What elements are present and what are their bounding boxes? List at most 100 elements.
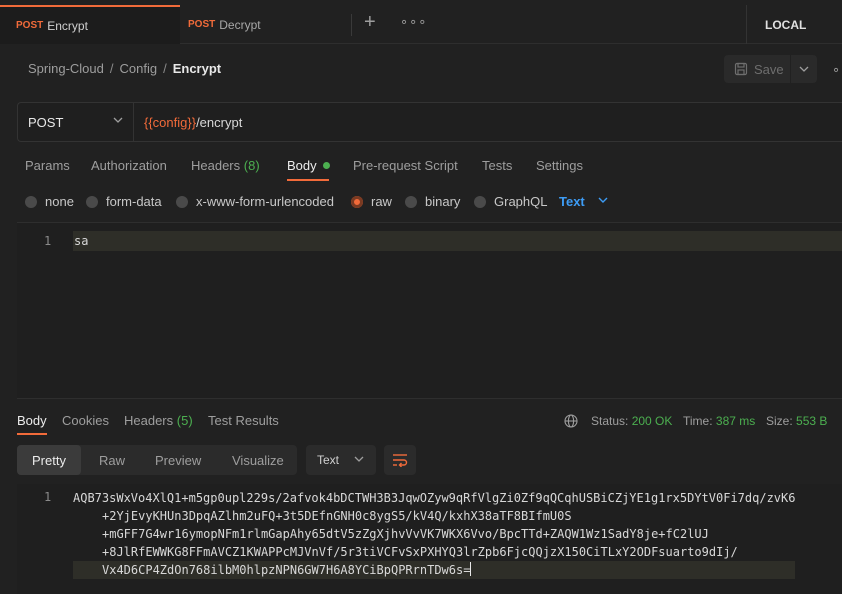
status-label: Status: bbox=[591, 414, 629, 428]
status-value[interactable]: 200 OK bbox=[632, 414, 673, 428]
wrap-lines-button[interactable] bbox=[384, 445, 416, 475]
response-tab-headers[interactable]: Headers (5) bbox=[124, 413, 193, 428]
tab-encrypt[interactable]: POST Encrypt bbox=[0, 5, 180, 44]
tab-authorization[interactable]: Authorization bbox=[91, 158, 167, 173]
tab-name: Decrypt bbox=[219, 17, 261, 32]
globe-icon[interactable] bbox=[564, 414, 578, 428]
format-preview[interactable]: Preview bbox=[155, 453, 201, 468]
response-size: Size: 553 B bbox=[766, 414, 827, 428]
tab-body-label: Body bbox=[287, 158, 317, 173]
response-language-select[interactable]: Text bbox=[306, 445, 376, 475]
tab-settings[interactable]: Settings bbox=[536, 158, 583, 173]
url-bar: POST {{config}}/encrypt bbox=[17, 102, 842, 142]
save-label: Save bbox=[754, 61, 784, 77]
radio-icon bbox=[25, 195, 37, 208]
body-language-select[interactable]: Text bbox=[559, 194, 585, 209]
response-status: Status: 200 OK bbox=[591, 414, 672, 428]
response-time: Time: 387 ms bbox=[683, 414, 755, 428]
tab-method: POST bbox=[16, 20, 44, 31]
line-number: 1 bbox=[44, 490, 52, 504]
active-line-highlight bbox=[73, 231, 842, 251]
tab-decrypt[interactable]: POST Decrypt bbox=[172, 5, 352, 44]
chevron-down-icon[interactable] bbox=[598, 197, 608, 203]
breadcrumb-separator: / bbox=[163, 61, 167, 76]
radio-selected-icon bbox=[351, 195, 363, 208]
body-type-urlencoded[interactable]: x-www-form-urlencoded bbox=[176, 194, 334, 209]
response-line-text: Vx4D6CP4ZdOn768ilbM0hlpzNPN6GW7H6A8YCiBp… bbox=[102, 563, 471, 577]
tab-headers[interactable]: Headers (8) bbox=[191, 158, 260, 173]
radio-icon bbox=[176, 195, 188, 208]
body-type-none[interactable]: none bbox=[25, 194, 74, 209]
tab-headers-count: (8) bbox=[243, 158, 260, 173]
radio-icon bbox=[474, 195, 486, 208]
response-body-text[interactable]: AQB73sWxVo4XlQ1+m5gp0upl229s/2afvok4bDCT… bbox=[73, 489, 796, 579]
save-options-button[interactable] bbox=[791, 55, 817, 83]
response-tab-test-results[interactable]: Test Results bbox=[208, 413, 279, 428]
response-line: +2YjEvyKHUn3DpqAZlhm2uFQ+3t5DEfnGNH0c8yg… bbox=[102, 509, 572, 523]
request-body-text[interactable]: sa bbox=[74, 234, 88, 248]
response-headers-count: (5) bbox=[176, 413, 193, 428]
body-type-binary[interactable]: binary bbox=[405, 194, 460, 209]
save-disk-icon bbox=[734, 62, 748, 76]
tab-params[interactable]: Params bbox=[25, 158, 70, 173]
size-value[interactable]: 553 B bbox=[796, 414, 827, 428]
active-tab-underline bbox=[17, 433, 47, 435]
breadcrumb-collection[interactable]: Spring-Cloud bbox=[28, 61, 104, 76]
body-type-label: binary bbox=[425, 194, 461, 209]
response-line-highlighted: Vx4D6CP4ZdOn768ilbM0hlpzNPN6GW7H6A8YCiBp… bbox=[73, 561, 796, 579]
method-select[interactable]: POST bbox=[18, 103, 134, 141]
more-actions-ellipsis-icon[interactable]: ∘∘ bbox=[832, 62, 842, 78]
tab-headers-label: Headers bbox=[191, 158, 241, 173]
format-visualize[interactable]: Visualize bbox=[232, 453, 284, 468]
body-type-graphql[interactable]: GraphQL bbox=[474, 194, 547, 209]
radio-icon bbox=[405, 195, 417, 208]
breadcrumb: Spring-Cloud / Config / Encrypt bbox=[28, 61, 221, 76]
chevron-down-icon bbox=[799, 66, 809, 72]
response-line: AQB73sWxVo4XlQ1+m5gp0upl229s/2afvok4bDCT… bbox=[73, 491, 796, 505]
response-language-value: Text bbox=[317, 453, 340, 467]
wrap-lines-icon bbox=[393, 454, 408, 467]
breadcrumb-current: Encrypt bbox=[172, 61, 222, 76]
response-headers-label: Headers bbox=[124, 413, 174, 428]
chevron-down-icon bbox=[354, 456, 364, 462]
url-input[interactable]: {{config}}/encrypt bbox=[144, 115, 242, 130]
body-indicator-dot-icon bbox=[322, 162, 330, 169]
format-pretty[interactable]: Pretty bbox=[32, 453, 66, 468]
response-format-group: Pretty Raw Preview Visualize bbox=[17, 445, 297, 475]
body-type-raw[interactable]: raw bbox=[351, 194, 392, 209]
format-raw[interactable]: Raw bbox=[99, 453, 125, 468]
tab-body[interactable]: Body bbox=[287, 158, 330, 173]
request-body-editor[interactable]: 1 sa bbox=[17, 222, 842, 399]
environment-selector[interactable]: LOCAL bbox=[746, 5, 842, 44]
tab-name: Encrypt bbox=[47, 18, 88, 33]
time-label: Time: bbox=[683, 414, 713, 428]
response-line: +8JlRfEWWKG8FFmAVCZ1KWAPPcMJVnVf/5r3tiVC… bbox=[102, 545, 738, 559]
body-type-label: none bbox=[45, 194, 74, 209]
response-tab-body[interactable]: Body bbox=[17, 413, 47, 428]
chevron-down-icon bbox=[113, 117, 123, 123]
tab-bar: POST Encrypt POST Decrypt + ∘∘∘ LOCAL bbox=[0, 0, 842, 44]
line-number: 1 bbox=[44, 234, 52, 248]
response-line: +mGFF7G4wr16ymopNFm1rlmGapAhy65dtV5zZgXj… bbox=[102, 527, 709, 541]
size-label: Size: bbox=[766, 414, 793, 428]
tab-divider bbox=[351, 14, 352, 36]
url-variable: {{config}} bbox=[144, 115, 197, 130]
more-tabs-ellipsis-icon[interactable]: ∘∘∘ bbox=[400, 14, 427, 30]
new-tab-plus-icon[interactable]: + bbox=[364, 11, 376, 34]
response-body-viewer[interactable]: 1 AQB73sWxVo4XlQ1+m5gp0upl229s/2afvok4bD… bbox=[17, 484, 842, 594]
body-type-label: x-www-form-urlencoded bbox=[196, 194, 334, 209]
body-type-label: raw bbox=[371, 194, 392, 209]
text-cursor bbox=[470, 562, 472, 576]
save-button[interactable]: Save bbox=[724, 55, 790, 83]
breadcrumb-folder[interactable]: Config bbox=[120, 61, 158, 76]
response-tab-cookies[interactable]: Cookies bbox=[62, 413, 109, 428]
active-tab-underline bbox=[287, 179, 329, 181]
tab-tests[interactable]: Tests bbox=[482, 158, 512, 173]
url-path: /encrypt bbox=[196, 115, 243, 130]
body-type-label: GraphQL bbox=[494, 194, 548, 209]
time-value[interactable]: 387 ms bbox=[716, 414, 755, 428]
tab-pre-request-script[interactable]: Pre-request Script bbox=[353, 158, 458, 173]
method-value: POST bbox=[28, 114, 64, 130]
body-type-form-data[interactable]: form-data bbox=[86, 194, 162, 209]
body-type-label: form-data bbox=[106, 194, 162, 209]
